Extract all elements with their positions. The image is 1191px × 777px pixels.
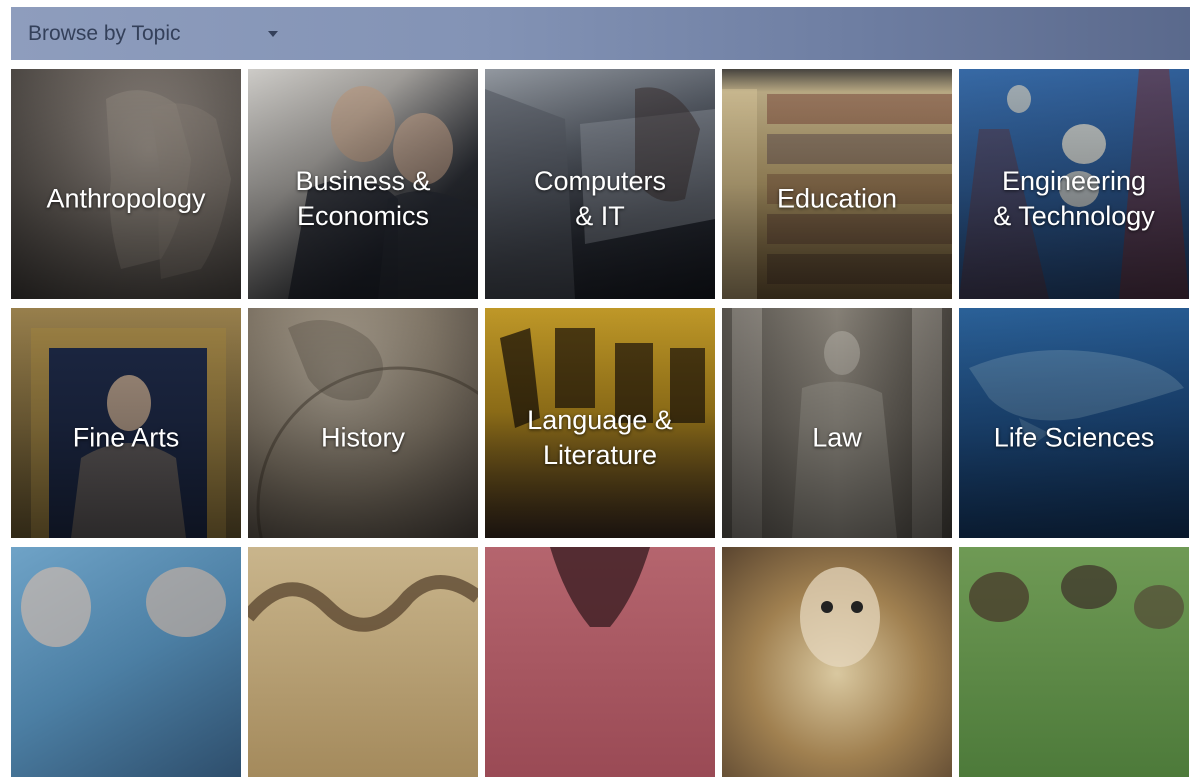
tile-language-literature[interactable]: Language & Literature xyxy=(485,308,715,538)
browse-by-topic-dropdown[interactable]: Browse by Topic xyxy=(28,22,278,46)
religious-icon-image xyxy=(800,567,880,667)
tile-row3-abstract[interactable] xyxy=(248,547,478,777)
tile-label: Fine Arts xyxy=(72,422,180,453)
tile-label: Engineering & Technology xyxy=(993,166,1155,231)
tile-row3-icon[interactable] xyxy=(722,547,952,777)
silhouette-image xyxy=(550,547,650,627)
dropdown-selected-label: Browse by Topic xyxy=(28,21,181,45)
tile-history[interactable]: History xyxy=(248,308,478,538)
browse-by-topic-bar: Browse by Topic xyxy=(11,7,1190,60)
tile-computers-it[interactable]: Computers & IT xyxy=(485,69,715,299)
tile-label: History xyxy=(320,422,405,453)
tile-label: Law xyxy=(812,422,862,453)
tile-fine-arts[interactable]: Fine Arts xyxy=(11,308,241,538)
tile-law[interactable]: Law xyxy=(722,308,952,538)
tile-anthropology[interactable]: Anthropology xyxy=(11,69,241,299)
tile-business-economics[interactable]: Business & Economics xyxy=(248,69,478,299)
tile-life-sciences[interactable]: Life Sciences xyxy=(959,308,1189,538)
people-field-image xyxy=(969,565,1184,629)
tile-row3-red[interactable] xyxy=(485,547,715,777)
tile-row3-field[interactable] xyxy=(959,547,1189,777)
tile-label: Education xyxy=(776,183,898,214)
tile-label: Life Sciences xyxy=(993,422,1155,453)
tile-label: Anthropology xyxy=(46,183,206,214)
tile-label: Computers & IT xyxy=(533,166,667,231)
swirl-pattern-image xyxy=(248,575,478,632)
tile-engineering-technology[interactable]: Engineering & Technology xyxy=(959,69,1189,299)
surgeons-image xyxy=(21,567,226,647)
tile-row3-medical[interactable] xyxy=(11,547,241,777)
caret-down-icon xyxy=(268,30,278,37)
tile-education[interactable]: Education xyxy=(722,69,952,299)
tile-label: Business & Economics xyxy=(295,166,431,231)
tile-label: Language & Literature xyxy=(527,405,673,470)
